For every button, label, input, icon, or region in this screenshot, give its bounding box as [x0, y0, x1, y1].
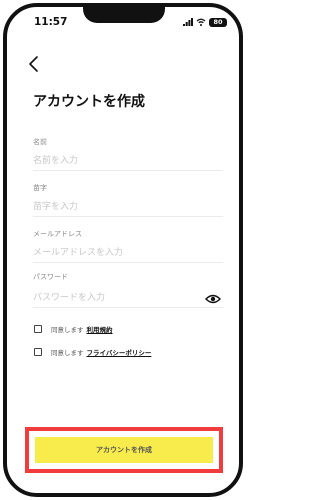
terms-agreement-row: 同意します 利用規約	[34, 324, 113, 334]
status-icons: 80	[183, 17, 227, 27]
password-label: パスワード	[33, 273, 68, 281]
email-label: メールアドレス	[33, 230, 82, 238]
terms-agree-text: 同意します	[51, 326, 84, 334]
privacy-policy-link[interactable]: フライバシーポリシー	[87, 347, 152, 357]
email-input[interactable]	[33, 244, 223, 263]
last-name-label: 苗字	[33, 184, 47, 192]
signal-icon	[183, 18, 193, 26]
privacy-agree-text: 同意します	[51, 349, 84, 357]
terms-link[interactable]: 利用規約	[87, 324, 113, 334]
page-title: アカウントを作成	[33, 94, 145, 110]
back-chevron-icon[interactable]	[27, 55, 41, 73]
privacy-checkbox[interactable]	[34, 348, 42, 356]
last-name-input[interactable]	[33, 198, 223, 217]
first-name-input[interactable]	[33, 152, 223, 171]
eye-icon[interactable]	[205, 293, 221, 305]
phone-frame: 11:57 80 アカウントを作成 名前 苗字 メールアドレス パスワード 同意…	[3, 3, 243, 497]
privacy-agreement-row: 同意します フライバシーポリシー	[34, 347, 151, 357]
create-account-button[interactable]: アカウントを作成	[35, 437, 213, 463]
first-name-label: 名前	[33, 138, 47, 146]
submit-highlight-frame: アカウントを作成	[25, 427, 223, 473]
wifi-icon	[196, 18, 206, 26]
battery-icon: 80	[209, 17, 227, 27]
password-input[interactable]	[33, 289, 223, 308]
status-time: 11:57	[34, 16, 68, 28]
terms-checkbox[interactable]	[34, 325, 42, 333]
phone-notch	[83, 7, 165, 23]
